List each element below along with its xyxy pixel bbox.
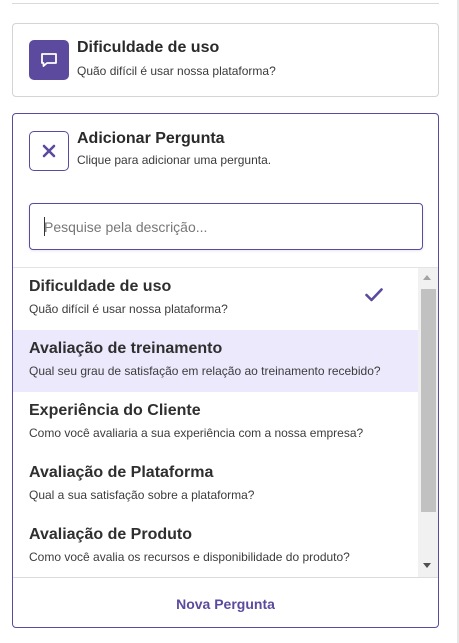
option-title: Experiência do Cliente xyxy=(29,402,201,419)
panel-footer: Nova Pergunta xyxy=(13,577,438,627)
check-icon xyxy=(365,288,383,302)
list-item[interactable]: Avaliação de Plataforma Qual a sua satis… xyxy=(13,454,418,516)
list-item[interactable]: Dificuldade de uso Quão difícil é usar n… xyxy=(13,268,418,330)
option-subtitle: Qual a sua satisfação sobre a plataforma… xyxy=(29,488,255,502)
chat-bubble-icon xyxy=(29,40,69,80)
add-question-title: Adicionar Pergunta xyxy=(77,130,225,147)
add-question-subtitle: Clique para adicionar uma pergunta. xyxy=(77,153,272,167)
search-input[interactable] xyxy=(44,204,414,249)
list-item[interactable]: Avaliação de treinamento Qual seu grau d… xyxy=(13,330,418,392)
list-item[interactable]: Avaliação de Produto Como você avalia os… xyxy=(13,516,418,577)
scrollbar-thumb[interactable] xyxy=(421,289,436,512)
selected-question-subtitle: Quão difícil é usar nossa plataforma? xyxy=(77,64,276,78)
list-item[interactable]: Experiência do Cliente Como você avaliar… xyxy=(13,392,418,454)
text-caret xyxy=(44,217,45,236)
option-subtitle: Como você avaliaria a sua experiência co… xyxy=(29,426,364,440)
search-box[interactable] xyxy=(29,203,423,250)
close-icon[interactable] xyxy=(29,131,69,171)
selected-question-card[interactable]: Dificuldade de uso Quão difícil é usar n… xyxy=(12,23,439,97)
add-question-panel: Adicionar Pergunta Clique para adicionar… xyxy=(12,113,439,628)
option-subtitle: Quão difícil é usar nossa plataforma? xyxy=(29,302,228,316)
scrollbar[interactable] xyxy=(418,268,438,577)
selected-question-title: Dificuldade de uso xyxy=(77,39,220,56)
option-title: Dificuldade de uso xyxy=(29,278,172,295)
new-question-button[interactable]: Nova Pergunta xyxy=(176,596,275,612)
option-title: Avaliação de Produto xyxy=(29,526,192,543)
question-options-list: Dificuldade de uso Quão difícil é usar n… xyxy=(13,267,438,577)
option-title: Avaliação de treinamento xyxy=(29,340,223,357)
option-subtitle: Como você avalia os recursos e disponibi… xyxy=(29,550,350,564)
top-divider xyxy=(12,0,439,4)
scroll-down-arrow-icon[interactable] xyxy=(423,563,431,568)
scroll-up-arrow-icon[interactable] xyxy=(423,275,431,280)
option-subtitle: Qual seu grau de satisfação em relação a… xyxy=(29,364,381,378)
option-title: Avaliação de Plataforma xyxy=(29,464,214,481)
